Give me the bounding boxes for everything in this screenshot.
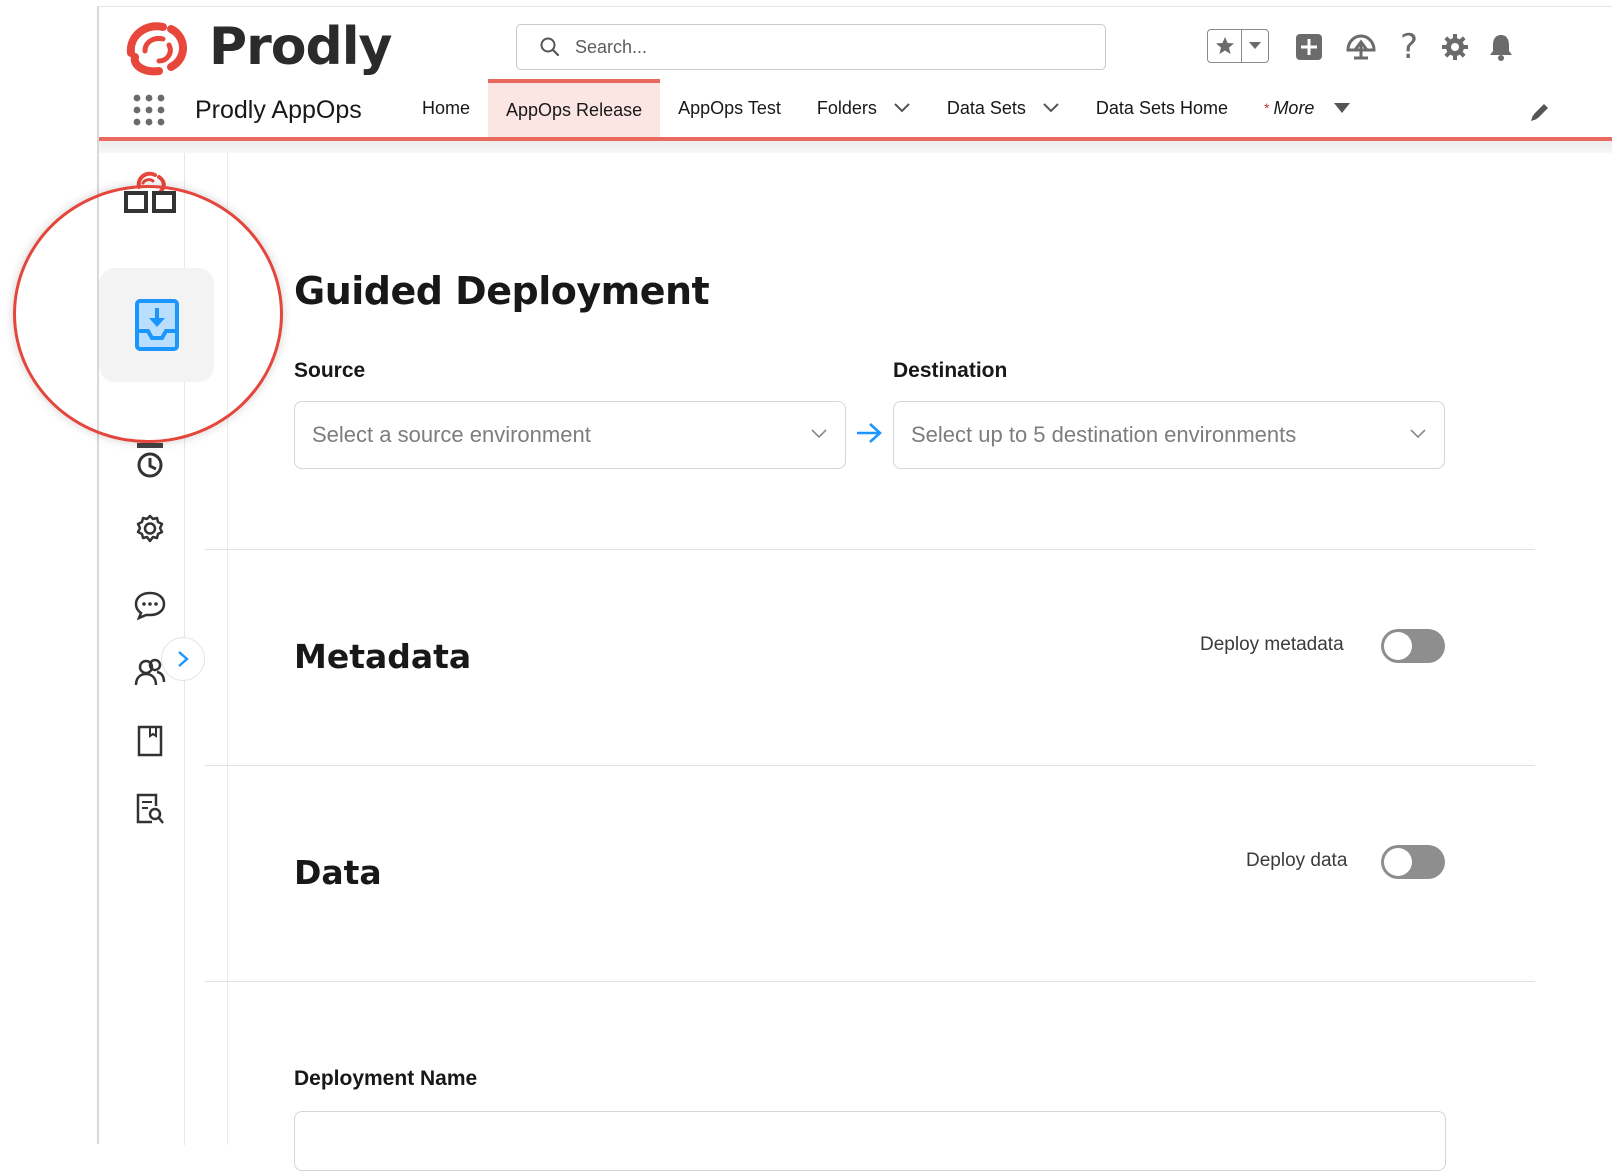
tab-label: More xyxy=(1273,97,1315,118)
deployment-name-input[interactable] xyxy=(294,1111,1446,1171)
more-marker: * xyxy=(1263,100,1270,116)
page-title: Guided Deployment xyxy=(294,269,710,313)
report-search-icon[interactable] xyxy=(115,779,185,839)
source-select[interactable]: Select a source environment xyxy=(294,401,846,469)
background-gutter xyxy=(0,0,97,1144)
tab-appops-test[interactable]: AppOps Test xyxy=(660,79,799,137)
dashboard-icon[interactable] xyxy=(115,161,185,221)
tab-label: AppOps Release xyxy=(506,99,643,120)
app-window: Prodly Search... ? Prodly AppOps Home Ap… xyxy=(97,6,1612,1171)
tab-folders[interactable]: Folders xyxy=(799,79,929,137)
tab-label: Data Sets xyxy=(946,97,1026,118)
app-nav-bar: Prodly AppOps Home AppOps Release AppOps… xyxy=(99,79,1612,141)
caret-down-icon xyxy=(1334,103,1351,113)
toggle-knob xyxy=(1384,632,1412,660)
help-icon[interactable]: ? xyxy=(1393,30,1425,64)
chevron-right-icon xyxy=(178,651,189,667)
trailhead-icon[interactable] xyxy=(1345,31,1377,63)
deploy-data-toggle[interactable] xyxy=(1381,845,1445,879)
nav-tabs: Home AppOps Release AppOps Test Folders … xyxy=(404,79,1368,137)
destination-select[interactable]: Select up to 5 destination environments xyxy=(893,401,1445,469)
tab-label: AppOps Test xyxy=(678,97,781,118)
source-placeholder: Select a source environment xyxy=(312,422,591,447)
tab-more[interactable]: * More xyxy=(1246,79,1368,137)
section-divider xyxy=(205,981,1535,982)
section-divider xyxy=(205,765,1535,766)
arrow-right-icon xyxy=(857,423,882,443)
favorites-button-group[interactable] xyxy=(1207,29,1269,63)
source-label: Source xyxy=(294,359,366,382)
tab-data-sets[interactable]: Data Sets xyxy=(929,79,1078,137)
chevron-down-icon[interactable] xyxy=(1042,102,1060,114)
add-icon[interactable] xyxy=(1293,31,1325,63)
prodly-logo-icon xyxy=(126,22,187,76)
global-header: Prodly Search... ? xyxy=(99,7,1612,79)
brand-logo[interactable]: Prodly xyxy=(121,17,392,77)
expand-sidebar-button[interactable] xyxy=(161,637,205,681)
notifications-bell-icon[interactable] xyxy=(1485,31,1517,63)
app-name: Prodly AppOps xyxy=(195,96,362,124)
deploy-icon[interactable] xyxy=(99,268,214,382)
deploy-data-label: Deploy data xyxy=(1246,850,1348,871)
tab-label: Home xyxy=(422,97,471,118)
header-shadow xyxy=(99,141,1612,153)
tab-label: Folders xyxy=(816,97,877,118)
favorites-star-icon[interactable] xyxy=(1208,30,1242,62)
chat-icon[interactable] xyxy=(115,575,185,635)
setup-gear-icon[interactable] xyxy=(1439,31,1471,63)
chevron-down-icon xyxy=(1410,429,1426,439)
destination-placeholder: Select up to 5 destination environments xyxy=(911,422,1297,447)
chevron-down-icon[interactable] xyxy=(893,102,911,114)
settings-icon[interactable] xyxy=(115,499,185,559)
brand-name: Prodly xyxy=(209,17,392,77)
data-section-title: Data xyxy=(294,853,382,892)
tab-label: Data Sets Home xyxy=(1095,97,1228,118)
edit-nav-pencil-icon[interactable] xyxy=(1529,101,1551,123)
main-content: Guided Deployment Source Select a source… xyxy=(205,153,1612,1171)
section-divider xyxy=(205,549,1535,550)
tab-home[interactable]: Home xyxy=(404,79,488,137)
deployment-name-label: Deployment Name xyxy=(294,1067,478,1090)
tab-data-sets-home[interactable]: Data Sets Home xyxy=(1078,79,1246,137)
deploy-metadata-label: Deploy metadata xyxy=(1200,634,1344,655)
bookmark-icon[interactable] xyxy=(115,711,185,771)
app-launcher-icon[interactable] xyxy=(132,93,166,127)
search-icon xyxy=(540,37,560,57)
chevron-down-icon xyxy=(811,429,827,439)
destination-label: Destination xyxy=(893,359,1008,382)
metadata-section-title: Metadata xyxy=(294,637,472,676)
search-input[interactable] xyxy=(573,35,1073,59)
tab-appops-release[interactable]: AppOps Release xyxy=(488,79,661,137)
favorites-menu-caret-icon[interactable] xyxy=(1242,30,1268,62)
toggle-knob xyxy=(1384,848,1412,876)
deploy-metadata-toggle[interactable] xyxy=(1381,629,1445,663)
history-icon[interactable] xyxy=(115,431,185,491)
global-search[interactable] xyxy=(516,24,1106,70)
